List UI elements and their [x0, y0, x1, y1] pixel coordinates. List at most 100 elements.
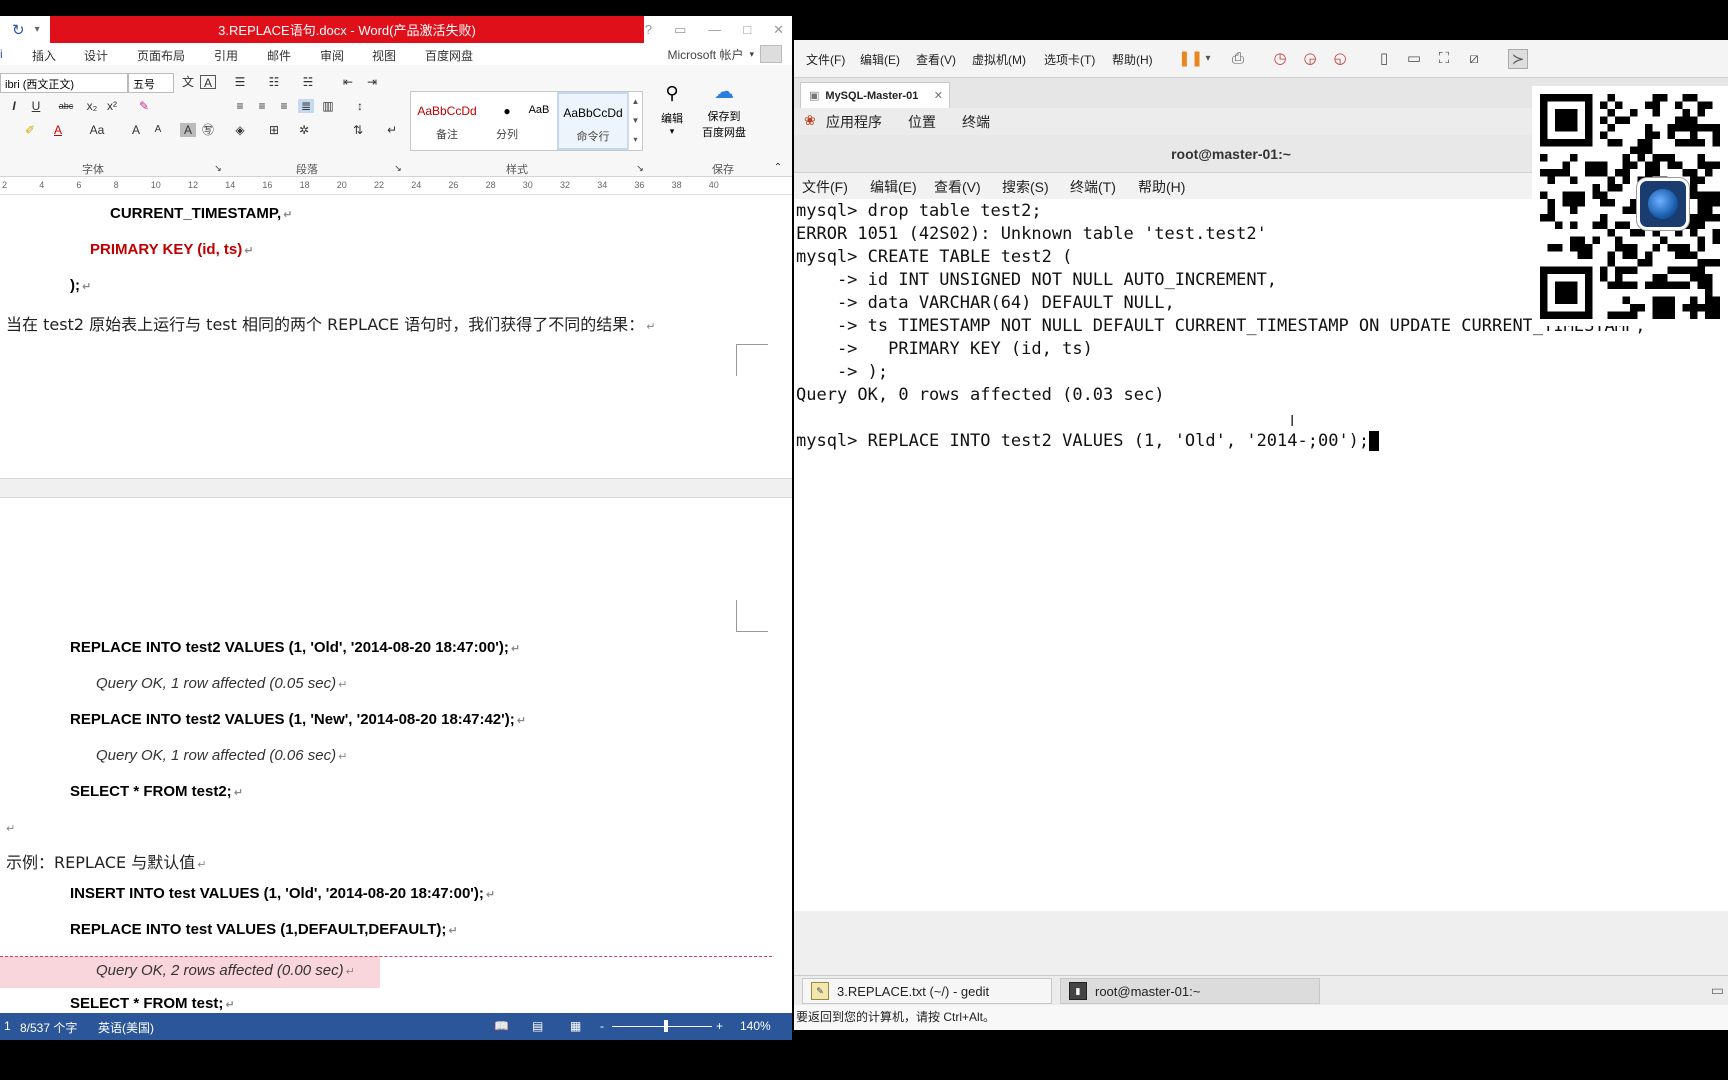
- line-spacing-icon[interactable]: ↕: [352, 99, 368, 113]
- term-menu-file[interactable]: 文件(F): [802, 177, 848, 197]
- show-marks-icon[interactable]: ↵: [384, 123, 400, 137]
- collapse-ribbon-icon[interactable]: ⌃: [770, 161, 786, 175]
- help-icon[interactable]: ?: [645, 22, 652, 37]
- clear-format-icon[interactable]: ✎: [136, 99, 152, 113]
- vm-menu-file[interactable]: 文件(F): [806, 51, 845, 68]
- justify-icon[interactable]: ≣: [298, 99, 314, 113]
- multilevel-list-icon[interactable]: ☵: [300, 75, 316, 89]
- shrink-font-icon[interactable]: A: [150, 123, 166, 137]
- increase-indent-icon[interactable]: ⇥: [364, 75, 380, 89]
- vm-menu-help[interactable]: 帮助(H): [1112, 51, 1153, 68]
- revert-snapshot-icon[interactable]: ◶: [1300, 49, 1320, 69]
- align-center-icon[interactable]: ≡: [254, 99, 270, 113]
- paragraph-dialog-icon[interactable]: ↘: [390, 161, 406, 175]
- sort-icon[interactable]: ⇅: [350, 123, 366, 137]
- zoom-in-button[interactable]: +: [716, 1019, 723, 1033]
- term-menu-search[interactable]: 搜索(S): [1002, 177, 1049, 197]
- minimize-icon[interactable]: —: [708, 22, 721, 37]
- phonetic-guide-icon[interactable]: 文: [180, 75, 196, 89]
- vm-tab-mysql-master[interactable]: ▣ MySQL-Master-01 ✕: [800, 82, 950, 108]
- tab-insert[interactable]: 插入: [32, 47, 56, 64]
- taskbar-gedit[interactable]: ✎ 3.REPLACE.txt (~/) - gedit: [802, 978, 1052, 1004]
- maximize-icon[interactable]: □: [743, 22, 751, 37]
- font-color-icon[interactable]: A: [50, 123, 66, 137]
- borders-icon[interactable]: ⊞: [266, 123, 282, 137]
- subscript-icon[interactable]: x₂: [84, 99, 100, 113]
- snapshot-manager-icon[interactable]: ◵: [1330, 49, 1350, 69]
- ruler[interactable]: 2 4 6 8 10 12 14 16 18 20 22 24 26 28 30 32 34 36 38 40: [0, 177, 792, 195]
- decrease-indent-icon[interactable]: ⇤: [340, 75, 356, 89]
- chinese-layout-icon[interactable]: ✲: [296, 123, 312, 137]
- tab-references[interactable]: 引用: [214, 47, 238, 64]
- vm-menu-edit[interactable]: 编辑(E): [860, 51, 900, 68]
- distributed-icon[interactable]: ▥: [320, 99, 336, 113]
- bullets-icon[interactable]: ☰: [232, 75, 248, 89]
- gnome-terminal-launcher[interactable]: 终端: [962, 112, 990, 132]
- style-small-preview[interactable]: AaB: [519, 92, 559, 150]
- word-count[interactable]: 8/537 个字: [20, 1019, 77, 1036]
- unity-icon[interactable]: ⧄: [1464, 49, 1484, 69]
- zoom-slider[interactable]: [612, 1026, 712, 1027]
- tab-view[interactable]: 视图: [372, 47, 396, 64]
- highlight-icon[interactable]: ✐: [22, 123, 38, 137]
- tab-mailings[interactable]: 邮件: [267, 47, 291, 64]
- close-icon[interactable]: ✕: [773, 22, 784, 38]
- styles-dialog-icon[interactable]: ↘: [632, 161, 648, 175]
- snapshot-icon[interactable]: ◷: [1270, 49, 1290, 69]
- print-layout-icon[interactable]: ▤: [532, 1019, 543, 1033]
- console-view-icon[interactable]: ≻: [1508, 49, 1528, 69]
- enclose-char-icon[interactable]: ㊢: [200, 123, 216, 137]
- vm-tab-close-icon[interactable]: ✕: [934, 89, 943, 102]
- send-keys-icon[interactable]: ⎙: [1228, 49, 1248, 69]
- tab-home-fragment[interactable]: i: [0, 47, 3, 61]
- gnome-applications[interactable]: 应用程序: [826, 112, 882, 132]
- edit-button[interactable]: ⚲ 编辑 ▾: [654, 83, 690, 137]
- font-dialog-icon[interactable]: ↘: [210, 161, 226, 175]
- vm-menu-tabs[interactable]: 选项卡(T): [1044, 51, 1095, 68]
- redo-icon[interactable]: ↻: [12, 21, 25, 39]
- language-indicator[interactable]: 英语(美国): [98, 1019, 154, 1036]
- sidebar-toggle-icon[interactable]: ▯: [1374, 49, 1394, 69]
- align-left-icon[interactable]: ≡: [232, 99, 248, 113]
- strikethrough-icon[interactable]: abc: [58, 99, 74, 113]
- char-border-icon[interactable]: A: [200, 75, 216, 90]
- term-menu-help[interactable]: 帮助(H): [1138, 177, 1185, 197]
- superscript-icon[interactable]: x²: [104, 99, 120, 113]
- char-shading-icon[interactable]: A: [180, 123, 196, 137]
- account-area[interactable]: Microsoft 帐户 ▾: [667, 45, 782, 63]
- pause-icon[interactable]: ❚❚: [1178, 49, 1203, 69]
- taskbar-terminal[interactable]: ▮ root@master-01:~: [1060, 978, 1320, 1004]
- tab-review[interactable]: 审阅: [320, 47, 344, 64]
- zoom-out-button[interactable]: -: [600, 1019, 604, 1033]
- web-layout-icon[interactable]: ▦: [570, 1019, 581, 1033]
- underline-icon[interactable]: U: [28, 99, 44, 113]
- italic-icon[interactable]: I: [6, 99, 22, 113]
- account-label[interactable]: Microsoft 帐户: [667, 46, 743, 63]
- term-menu-terminal[interactable]: 终端(T): [1070, 177, 1116, 197]
- zoom-level[interactable]: 140%: [740, 1019, 771, 1033]
- fullscreen-icon[interactable]: ⛶: [1434, 49, 1454, 69]
- pause-dropdown-icon[interactable]: ▾: [1198, 49, 1218, 69]
- thumbnail-icon[interactable]: ▭: [1404, 49, 1424, 69]
- tab-layout[interactable]: 页面布局: [137, 47, 185, 64]
- term-menu-view[interactable]: 查看(V): [934, 177, 981, 197]
- qat-dropdown-icon[interactable]: ▾: [35, 24, 40, 35]
- term-menu-edit[interactable]: 编辑(E): [870, 177, 917, 197]
- save-to-baidu-button[interactable]: ☁ 保存到 百度网盘: [694, 79, 754, 140]
- vm-menu-view[interactable]: 查看(V): [916, 51, 956, 68]
- read-mode-icon[interactable]: 📖: [494, 1019, 509, 1033]
- gnome-places[interactable]: 位置: [908, 112, 936, 132]
- styles-scroll[interactable]: ▲ ▼ ▾: [628, 92, 642, 150]
- tab-baidu-pan[interactable]: 百度网盘: [425, 47, 473, 64]
- change-case-icon[interactable]: Aa: [84, 123, 110, 137]
- account-dropdown-icon[interactable]: ▾: [749, 49, 754, 60]
- vm-menu-vm[interactable]: 虚拟机(M): [972, 51, 1026, 68]
- workspace-icon[interactable]: ▭: [1711, 982, 1724, 999]
- font-size-box[interactable]: 五号: [128, 73, 174, 93]
- grow-font-icon[interactable]: A: [128, 123, 144, 137]
- shading-icon[interactable]: ◈: [232, 123, 248, 137]
- page-indicator-fragment[interactable]: 1: [4, 1019, 11, 1033]
- document-area[interactable]: CURRENT_TIMESTAMP, ↵ PRIMARY KEY (id, ts)…: [0, 195, 792, 1013]
- numbering-icon[interactable]: ☷: [266, 75, 282, 89]
- style-command-line[interactable]: AaBbCcDd 命令行: [557, 92, 629, 150]
